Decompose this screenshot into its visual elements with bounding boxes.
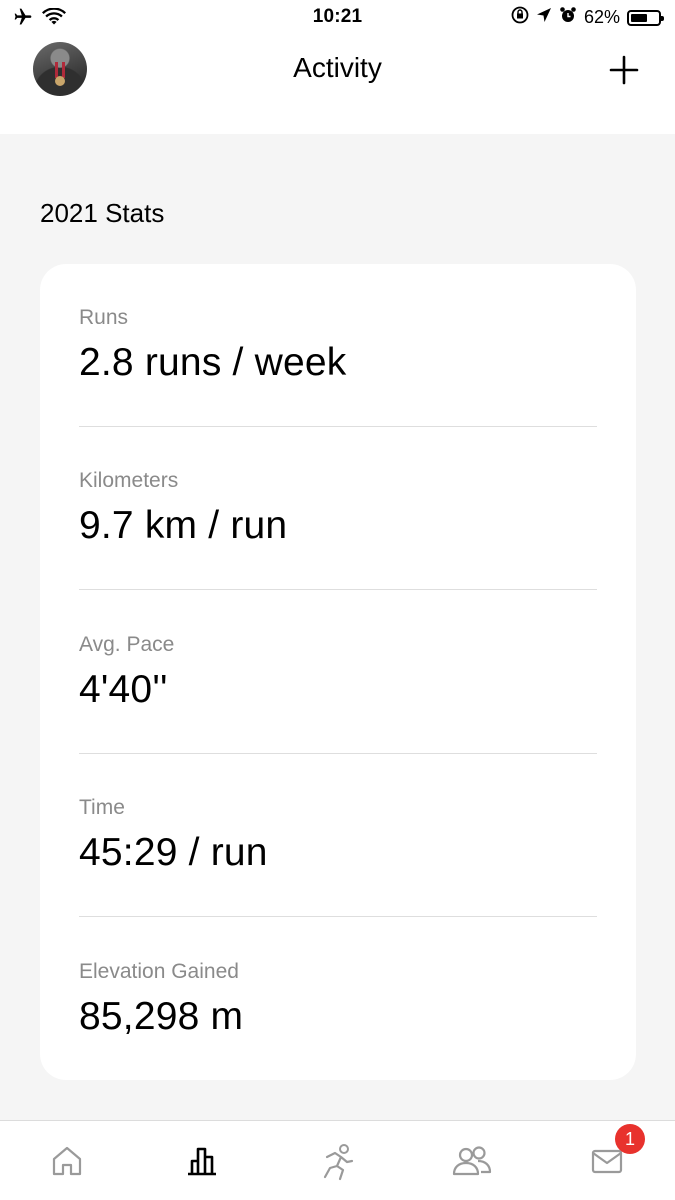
stat-elevation-gained: Elevation Gained 85,298 m	[79, 918, 597, 1082]
tab-stats[interactable]	[180, 1139, 224, 1183]
stat-label: Time	[79, 796, 125, 819]
stat-value: 9.7 km / run	[79, 504, 288, 547]
stat-label: Runs	[79, 306, 129, 329]
battery-icon	[627, 9, 664, 26]
status-right-icons: 62%	[511, 6, 664, 29]
tab-community[interactable]	[450, 1139, 494, 1183]
section-title: 2021 Stats	[40, 198, 165, 228]
stat-value: 2.8 runs / week	[79, 341, 347, 384]
status-bar: 10:21 62%	[0, 0, 675, 36]
run-icon	[323, 1144, 354, 1181]
add-button[interactable]	[604, 50, 644, 90]
divider	[79, 589, 597, 590]
stat-label: Avg. Pace	[79, 633, 175, 656]
battery-percent: 62%	[583, 7, 620, 27]
bar-chart-icon	[188, 1147, 216, 1176]
tab-home[interactable]	[45, 1139, 89, 1183]
stat-runs: Runs 2.8 runs / week	[79, 264, 597, 428]
divider	[79, 916, 597, 917]
stat-time: Time 45:29 / run	[79, 754, 597, 918]
plus-icon	[609, 55, 639, 85]
people-icon	[452, 1146, 492, 1176]
stat-kilometers: Kilometers 9.7 km / run	[79, 427, 597, 591]
stats-card: Runs 2.8 runs / week Kilometers 9.7 km /…	[40, 264, 636, 1080]
page-title: Activity	[293, 52, 382, 83]
home-icon	[52, 1146, 82, 1176]
location-icon	[536, 7, 552, 28]
stat-label: Elevation Gained	[79, 960, 239, 983]
stat-value: 45:29 / run	[79, 831, 268, 874]
stat-value: 4'40''	[79, 668, 168, 711]
stat-value: 85,298 m	[79, 995, 244, 1038]
inbox-badge: 1	[615, 1124, 645, 1154]
tab-run[interactable]	[315, 1139, 359, 1183]
stat-label: Kilometers	[79, 469, 179, 492]
battery-level	[631, 13, 647, 22]
orientation-lock-icon	[511, 6, 529, 29]
alarm-icon	[559, 6, 577, 29]
header: Activity	[0, 36, 675, 134]
stat-avg-pace: Avg. Pace 4'40''	[79, 591, 597, 755]
tab-bar	[0, 1120, 675, 1200]
